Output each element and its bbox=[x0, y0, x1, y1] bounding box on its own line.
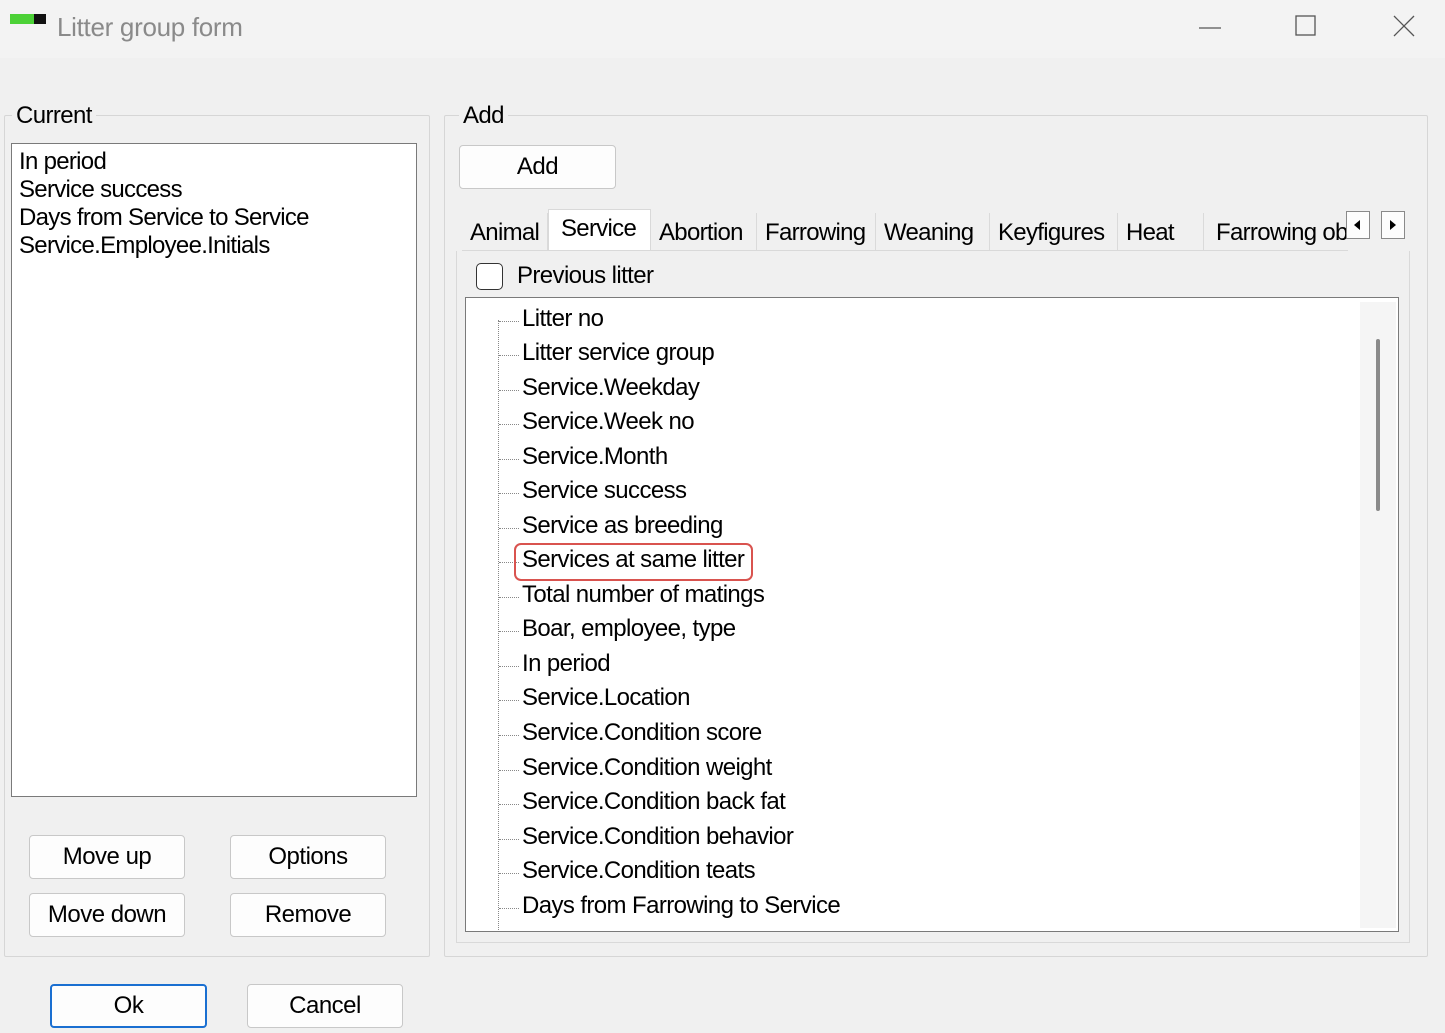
previous-litter-label[interactable]: Previous litter bbox=[517, 262, 654, 290]
tab-farrowing-ob[interactable]: Farrowing ob bbox=[1207, 213, 1348, 250]
add-button[interactable]: Add bbox=[459, 145, 616, 189]
tab-strip: Animal Farrowing Abortion Weaning Keyfig… bbox=[462, 209, 1348, 251]
tab-weaning[interactable]: Weaning bbox=[876, 213, 990, 250]
tab-animal[interactable]: Animal bbox=[462, 213, 548, 250]
field-tree[interactable]: Litter no Litter service group Service.W… bbox=[465, 297, 1399, 932]
cancel-button[interactable]: Cancel bbox=[247, 984, 403, 1028]
minimize-icon bbox=[1199, 27, 1221, 29]
maximize-button[interactable] bbox=[1266, 0, 1346, 58]
add-group-label: Add bbox=[459, 102, 508, 130]
tab-heat[interactable]: Heat bbox=[1118, 213, 1204, 250]
list-item[interactable]: Days from Service to Service bbox=[19, 204, 409, 232]
current-group-label: Current bbox=[12, 102, 96, 130]
list-item[interactable]: In period bbox=[19, 148, 409, 176]
tab-service[interactable]: Service bbox=[548, 209, 651, 250]
move-up-button[interactable]: Move up bbox=[29, 835, 185, 879]
move-down-button[interactable]: Move down bbox=[29, 893, 185, 937]
close-icon bbox=[1393, 15, 1415, 37]
options-button[interactable]: Options bbox=[230, 835, 386, 879]
tab-farrowing[interactable]: Farrowing bbox=[757, 213, 876, 250]
close-button[interactable] bbox=[1364, 0, 1444, 58]
minimize-button[interactable] bbox=[1170, 0, 1250, 58]
list-item[interactable]: Service.Employee.Initials bbox=[19, 232, 409, 260]
arrow-right-icon bbox=[1390, 220, 1396, 230]
tab-scroll-right-button[interactable] bbox=[1381, 211, 1405, 239]
tab-keyfigures[interactable]: Keyfigures bbox=[990, 213, 1118, 250]
tree-connector-line bbox=[498, 320, 499, 931]
arrow-left-icon bbox=[1354, 220, 1360, 230]
window-title: Litter group form bbox=[57, 12, 243, 42]
current-list[interactable]: In period Service success Days from Serv… bbox=[11, 143, 417, 797]
maximize-icon bbox=[1295, 15, 1316, 36]
scrollbar-thumb[interactable] bbox=[1376, 339, 1380, 511]
ok-button[interactable]: Ok bbox=[50, 984, 207, 1028]
highlight-box bbox=[514, 543, 753, 581]
tree-scrollbar[interactable] bbox=[1360, 302, 1396, 928]
remove-button[interactable]: Remove bbox=[230, 893, 386, 937]
tab-abortion[interactable]: Abortion bbox=[651, 213, 757, 250]
title-bar: Litter group form bbox=[0, 0, 1445, 58]
tab-scroll-left-button[interactable] bbox=[1346, 211, 1370, 239]
list-item[interactable]: Service success bbox=[19, 176, 409, 204]
app-icon bbox=[10, 14, 46, 24]
previous-litter-checkbox[interactable] bbox=[476, 263, 503, 290]
